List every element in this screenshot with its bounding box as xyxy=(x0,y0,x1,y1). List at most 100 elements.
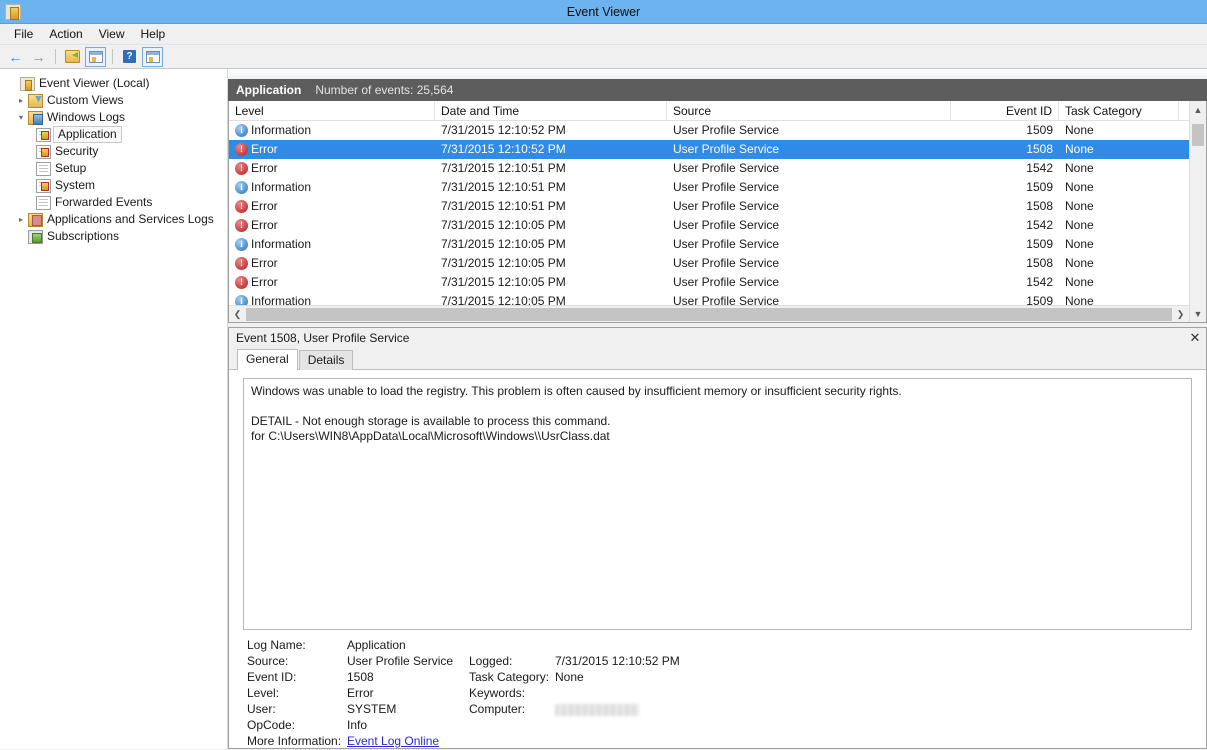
toolbar-separator xyxy=(112,49,113,64)
event-detail-tabs: General Details xyxy=(229,348,1206,370)
tree-item-applications-and-services-logs[interactable]: ▸ Applications and Services Logs xyxy=(0,211,227,228)
menubar: File Action View Help xyxy=(0,24,1207,45)
tree-item-security[interactable]: Security xyxy=(0,143,227,160)
menu-file[interactable]: File xyxy=(6,25,41,43)
tree-item-subscriptions[interactable]: ▸ Subscriptions xyxy=(0,228,227,245)
toolbar: ← → ? xyxy=(0,45,1207,69)
cell-event-id: 1509 xyxy=(1026,237,1053,251)
information-icon: i xyxy=(235,124,248,137)
menu-help[interactable]: Help xyxy=(133,25,174,43)
menu-action[interactable]: Action xyxy=(41,25,90,43)
show-hide-console-tree-button[interactable] xyxy=(85,46,106,67)
custom-views-icon xyxy=(28,93,43,108)
cell-date: 7/31/2015 12:10:52 PM xyxy=(441,142,566,156)
table-row[interactable]: i Information 7/31/2015 12:10:51 PM User… xyxy=(229,178,1189,197)
table-row[interactable]: ! Error 7/31/2015 12:10:51 PM User Profi… xyxy=(229,197,1189,216)
log-name-label: Log Name: xyxy=(247,638,306,652)
information-icon: i xyxy=(235,295,248,305)
error-icon: ! xyxy=(235,200,248,213)
cell-source: User Profile Service xyxy=(673,275,780,289)
tree-item-label: Custom Views xyxy=(47,93,124,107)
help-button[interactable]: ? xyxy=(119,47,140,67)
vertical-scroll-track[interactable] xyxy=(1190,118,1206,305)
sliver-text xyxy=(348,69,351,76)
cell-level: ! Error xyxy=(229,159,435,178)
event-viewer-icon xyxy=(20,76,35,91)
cell-level-text: Information xyxy=(251,237,312,251)
up-folder-button[interactable] xyxy=(62,47,83,67)
cell-event-id: 1509 xyxy=(1026,294,1053,305)
window-pane-icon xyxy=(88,50,103,63)
log-summary-band: Application Number of events: 25,564 xyxy=(228,79,1207,101)
events-list-columns: Level Date and Time Source Event ID Task… xyxy=(229,101,1189,322)
events-list-horizontal-scrollbar[interactable]: ❮ ❯ xyxy=(229,305,1189,322)
subscriptions-icon xyxy=(28,229,43,244)
main-pane: Application Number of events: 25,564 Lev… xyxy=(228,69,1207,749)
menu-view[interactable]: View xyxy=(91,25,133,43)
tree-item-custom-views[interactable]: ▸ Custom Views xyxy=(0,92,227,109)
table-row[interactable]: ! Error 7/31/2015 12:10:05 PM User Profi… xyxy=(229,254,1189,273)
table-row[interactable]: ! Error 7/31/2015 12:10:52 PM User Profi… xyxy=(229,140,1189,159)
chevron-right-icon[interactable]: ▸ xyxy=(14,215,28,224)
scroll-down-icon[interactable]: ▼ xyxy=(1190,305,1206,322)
windows-logs-icon xyxy=(28,110,43,125)
column-header-date-and-time[interactable]: Date and Time xyxy=(435,101,667,120)
event-detail-body: Windows was unable to load the registry.… xyxy=(229,370,1206,748)
close-icon[interactable]: ✕ xyxy=(1184,330,1206,346)
error-icon: ! xyxy=(235,143,248,156)
horizontal-scroll-thumb[interactable] xyxy=(246,307,1172,321)
chevron-right-icon[interactable]: ▸ xyxy=(14,96,28,105)
show-action-pane-button[interactable] xyxy=(142,46,163,67)
cell-source: User Profile Service xyxy=(673,256,780,270)
cell-source: User Profile Service xyxy=(673,218,780,232)
error-icon: ! xyxy=(235,219,248,232)
cell-task-category: None xyxy=(1065,294,1094,305)
scroll-up-icon[interactable]: ▲ xyxy=(1190,101,1206,118)
tree-item-event-viewer-local[interactable]: ▸ Event Viewer (Local) xyxy=(0,75,227,92)
column-header-event-id[interactable]: Event ID xyxy=(951,101,1059,120)
column-header-level[interactable]: Level xyxy=(229,101,435,120)
cell-event-id: 1508 xyxy=(1026,142,1053,156)
cell-event-id: 1509 xyxy=(1026,180,1053,194)
table-row[interactable]: i Information 7/31/2015 12:10:05 PM User… xyxy=(229,292,1189,305)
event-id-value: 1508 xyxy=(347,670,374,684)
table-row[interactable]: ! Error 7/31/2015 12:10:05 PM User Profi… xyxy=(229,273,1189,292)
horizontal-scroll-track[interactable] xyxy=(246,306,1172,323)
scroll-left-icon[interactable]: ❮ xyxy=(229,306,246,323)
tree-item-windows-logs[interactable]: ▾ Windows Logs xyxy=(0,109,227,126)
cell-level: ! Error xyxy=(229,140,435,159)
cell-source: User Profile Service xyxy=(673,142,780,156)
table-row[interactable]: i Information 7/31/2015 12:10:05 PM User… xyxy=(229,235,1189,254)
back-button[interactable]: ← xyxy=(5,47,26,67)
tree-item-application[interactable]: Application xyxy=(0,126,227,143)
column-header-source[interactable]: Source xyxy=(667,101,951,120)
log-icon xyxy=(36,195,51,210)
table-row[interactable]: i Information 7/31/2015 12:10:52 PM User… xyxy=(229,121,1189,140)
tree-item-system[interactable]: System xyxy=(0,177,227,194)
log-keyed-icon xyxy=(36,144,51,159)
source-label: Source: xyxy=(247,654,289,668)
cell-level-text: Error xyxy=(251,161,278,175)
events-list-vertical-scrollbar[interactable]: ▲ ▼ xyxy=(1189,101,1206,322)
event-metadata-grid: Log Name: Application Source: User Profi… xyxy=(247,638,1192,748)
information-icon: i xyxy=(235,238,248,251)
event-detail-pane: Event 1508, User Profile Service ✕ Gener… xyxy=(228,327,1207,749)
column-header-task-category[interactable]: Task Category xyxy=(1059,101,1179,120)
tree-item-setup[interactable]: Setup xyxy=(0,160,227,177)
log-keyed-icon xyxy=(36,178,51,193)
information-icon: i xyxy=(235,181,248,194)
level-label: Level: xyxy=(247,686,280,700)
vertical-scroll-thumb[interactable] xyxy=(1192,124,1204,146)
scroll-right-icon[interactable]: ❯ xyxy=(1172,306,1189,323)
table-row[interactable]: ! Error 7/31/2015 12:10:51 PM User Profi… xyxy=(229,159,1189,178)
cell-task-category: None xyxy=(1065,237,1094,251)
event-log-online-link[interactable]: Event Log Online xyxy=(347,734,439,748)
forward-button[interactable]: → xyxy=(28,47,49,67)
events-list: Level Date and Time Source Event ID Task… xyxy=(228,101,1207,323)
table-row[interactable]: ! Error 7/31/2015 12:10:05 PM User Profi… xyxy=(229,216,1189,235)
tab-details[interactable]: Details xyxy=(298,350,354,370)
chevron-down-icon[interactable]: ▾ xyxy=(14,113,28,122)
log-name-label: Application xyxy=(236,83,302,97)
tree-item-forwarded-events[interactable]: Forwarded Events xyxy=(0,194,227,211)
tab-general[interactable]: General xyxy=(237,349,298,370)
